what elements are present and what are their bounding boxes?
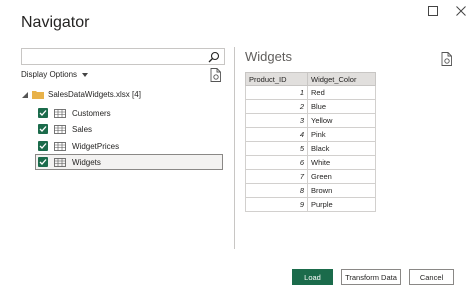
- tree-item-label: Customers: [72, 108, 111, 118]
- product-id-cell: 6: [245, 155, 308, 170]
- checkbox[interactable]: [38, 157, 48, 167]
- maximize-icon: [428, 6, 438, 16]
- widget-color-cell: Pink: [307, 127, 376, 142]
- product-id-cell: 3: [245, 113, 308, 128]
- table-row: 7 Green: [245, 169, 376, 184]
- widget-color-cell: Purple: [307, 197, 376, 212]
- tree-item-widgets[interactable]: Widgets: [35, 154, 223, 170]
- table-row: 5 Black: [245, 141, 376, 156]
- preview-table: Product_ID Widget_Color 1 Red 2 Blue 3 Yellow…: [245, 72, 376, 212]
- search-input[interactable]: [21, 48, 225, 65]
- column-header[interactable]: Product_ID: [245, 72, 308, 86]
- checkbox[interactable]: [38, 124, 48, 134]
- product-id-cell: 9: [245, 197, 308, 212]
- close-icon: [456, 6, 466, 16]
- chevron-down-icon: [82, 72, 89, 77]
- tree-item-label: Widgets: [72, 157, 101, 167]
- product-id-cell: 7: [245, 169, 308, 184]
- table-row: 2 Blue: [245, 99, 376, 114]
- widget-color-cell: Yellow: [307, 113, 376, 128]
- product-id-cell: 8: [245, 183, 308, 198]
- widget-color-cell: Black: [307, 141, 376, 156]
- table-row: 6 White: [245, 155, 376, 170]
- table-icon: [54, 124, 66, 134]
- refresh-file-icon[interactable]: [210, 68, 222, 82]
- product-id-cell: 4: [245, 127, 308, 142]
- checkmark-icon: [39, 159, 47, 165]
- folder-icon: [32, 91, 44, 99]
- table-icon: [54, 157, 66, 167]
- product-id-cell: 5: [245, 141, 308, 156]
- cancel-button[interactable]: Cancel: [409, 269, 454, 285]
- product-id-cell: 1: [245, 85, 308, 100]
- table-header-row: Product_ID Widget_Color: [245, 72, 376, 86]
- widget-color-cell: Red: [307, 85, 376, 100]
- widget-color-cell: Brown: [307, 183, 376, 198]
- window-controls: [426, 4, 468, 18]
- display-options-dropdown[interactable]: Display Options: [21, 70, 89, 79]
- table-row: 8 Brown: [245, 183, 376, 198]
- close-button[interactable]: [454, 4, 468, 18]
- dialog-title: Navigator: [21, 14, 90, 31]
- table-row: 4 Pink: [245, 127, 376, 142]
- maximize-button[interactable]: [426, 4, 440, 18]
- tree-item-label: WidgetPrices: [72, 141, 120, 151]
- checkmark-icon: [39, 110, 47, 116]
- table-row: 9 Purple: [245, 197, 376, 212]
- widget-color-cell: Green: [307, 169, 376, 184]
- product-id-cell: 2: [245, 99, 308, 114]
- load-button[interactable]: Load: [292, 269, 333, 285]
- tree-root-file[interactable]: SalesDataWidgets.xlsx [4]: [22, 90, 141, 99]
- file-name-label: SalesDataWidgets.xlsx [4]: [48, 90, 141, 99]
- column-header[interactable]: Widget_Color: [307, 72, 376, 86]
- table-body: 1 Red 2 Blue 3 Yellow 4 Pink 5 Black 6 White 7 Green 8…: [245, 85, 376, 212]
- tree-item-sales[interactable]: Sales: [36, 121, 224, 137]
- table-row: 3 Yellow: [245, 113, 376, 128]
- collapse-arrow-icon[interactable]: [22, 91, 28, 98]
- table-icon: [54, 141, 66, 151]
- checkbox[interactable]: [38, 141, 48, 151]
- search-icon[interactable]: [207, 50, 221, 64]
- widget-color-cell: White: [307, 155, 376, 170]
- checkmark-icon: [39, 143, 47, 149]
- tree-item-label: Sales: [72, 124, 93, 134]
- refresh-preview-icon[interactable]: [441, 52, 453, 66]
- widget-color-cell: Blue: [307, 99, 376, 114]
- tree-item-customers[interactable]: Customers: [36, 105, 224, 121]
- checkbox[interactable]: [38, 108, 48, 118]
- display-options-label: Display Options: [21, 70, 78, 79]
- pane-divider[interactable]: [234, 47, 235, 249]
- checkmark-icon: [39, 126, 47, 132]
- tree-item-widgetprices[interactable]: WidgetPrices: [36, 138, 224, 154]
- table-icon: [54, 108, 66, 118]
- transform-data-button[interactable]: Transform Data: [341, 269, 401, 285]
- preview-title: Widgets: [245, 49, 292, 64]
- table-row: 1 Red: [245, 85, 376, 100]
